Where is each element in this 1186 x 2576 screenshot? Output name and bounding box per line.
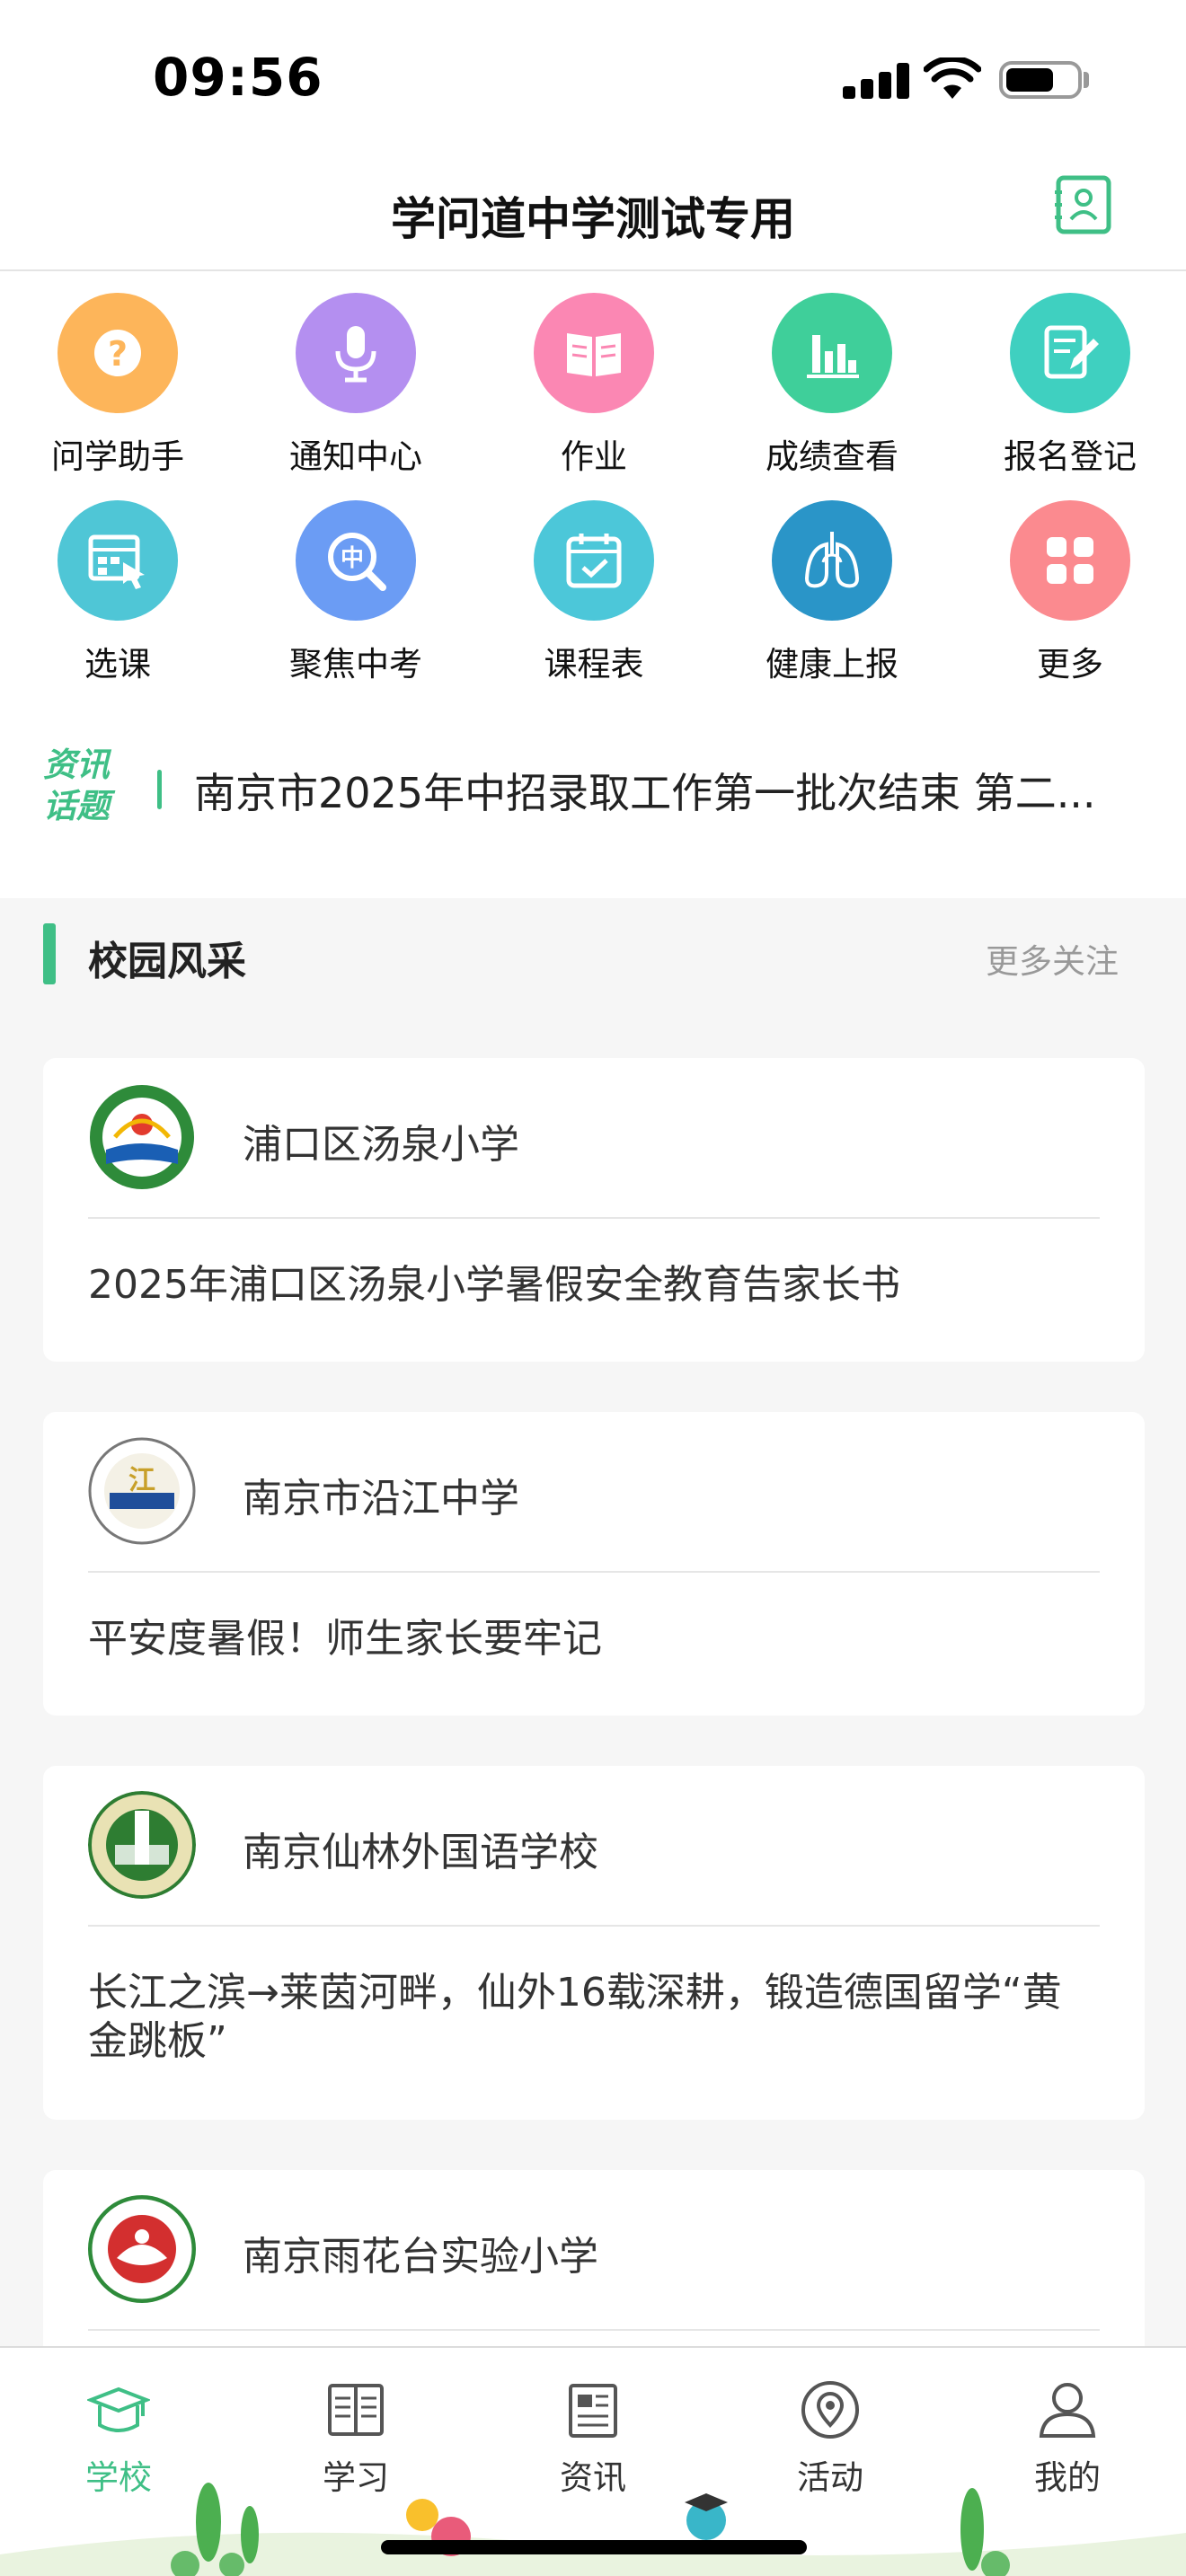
svg-text:中: 中 — [341, 545, 364, 572]
lungs-icon — [772, 500, 892, 621]
svg-text:?: ? — [108, 334, 128, 374]
grid-item-notice[interactable]: 通知中心 — [248, 293, 464, 490]
grid-label: 更多 — [1037, 645, 1103, 684]
card-headline[interactable]: 长江之滨→莱茵河畔，仙外16载深耕，锻造德国留学“黄金跳板” — [88, 1969, 1064, 2066]
section-title: 校园风采 — [88, 939, 246, 984]
news-icon — [569, 2384, 617, 2438]
school-name: 南京仙林外国语学校 — [243, 1830, 598, 1875]
svg-text:江: 江 — [128, 1465, 155, 1496]
school-name: 南京市沿江中学 — [243, 1476, 519, 1522]
grid-label: 课程表 — [544, 645, 644, 684]
grid-item-homework[interactable]: 作业 — [486, 293, 702, 490]
grid-item-registration[interactable]: 报名登记 — [962, 293, 1178, 490]
grid-item-focus-exam[interactable]: 中 聚焦中考 — [248, 500, 464, 698]
school-cap-icon — [87, 2386, 150, 2432]
school-logo: 江 — [88, 1437, 196, 1545]
grid-label: 聚焦中考 — [289, 645, 422, 684]
grid-item-health[interactable]: 健康上报 — [724, 500, 940, 698]
calendar-icon — [534, 500, 654, 621]
card-headline[interactable]: 2025年浦口区汤泉小学暑假安全教育告家长书 — [88, 1261, 1064, 1310]
grid-label: 作业 — [561, 437, 627, 476]
school-card[interactable]: 江 南京市沿江中学 平安度暑假！师生家长要牢记 — [43, 1412, 1145, 1716]
battery-icon — [999, 61, 1082, 99]
status-bar: 09:56 — [0, 0, 1186, 153]
page-title: 学问道中学测试专用 — [391, 193, 795, 245]
grid-item-scores[interactable]: 成绩查看 — [724, 293, 940, 490]
news-topic-logo: 资讯 话题 — [43, 745, 129, 834]
edit-form-icon — [1010, 293, 1130, 413]
card-divider — [88, 2329, 1100, 2331]
grid-label: 选课 — [84, 645, 151, 684]
open-book-icon — [328, 2384, 384, 2436]
school-logo — [88, 1791, 196, 1899]
school-name: 浦口区汤泉小学 — [243, 1122, 519, 1168]
card-divider — [88, 1217, 1100, 1219]
school-name: 南京雨花台实验小学 — [243, 2234, 598, 2280]
tab-mine[interactable]: 我的 — [949, 2360, 1186, 2497]
battery-tip — [1084, 72, 1089, 88]
school-card[interactable]: 浦口区汤泉小学 2025年浦口区汤泉小学暑假安全教育告家长书 — [43, 1058, 1145, 1362]
section-accent-bar — [43, 923, 56, 984]
person-icon — [1039, 2383, 1096, 2438]
grid-label: 成绩查看 — [766, 437, 898, 476]
search-exam-icon: 中 — [296, 500, 416, 621]
grid-item-wenxue[interactable]: ? 问学助手 — [10, 293, 226, 490]
news-ticker[interactable]: 资讯 话题 南京市2025年中招录取工作第一批次结束 第二... — [0, 732, 1186, 849]
book-icon — [534, 293, 654, 413]
location-pin-icon — [801, 2381, 859, 2439]
campus-section-header: 校园风采 更多关注 — [0, 907, 1186, 1006]
card-divider — [88, 1925, 1100, 1927]
tab-news[interactable]: 资讯 — [474, 2360, 712, 2497]
question-icon: ? — [58, 293, 178, 413]
card-headline[interactable]: 平安度暑假！师生家长要牢记 — [88, 1615, 1064, 1663]
app-header: 学问道中学测试专用 — [0, 153, 1186, 271]
decorative-scenery — [0, 2483, 1186, 2576]
school-logo — [90, 1085, 194, 1189]
contacts-icon[interactable] — [1051, 172, 1116, 237]
grid-item-course-select[interactable]: 选课 — [10, 500, 226, 698]
grid-more-icon — [1010, 500, 1130, 621]
grid-label: 健康上报 — [766, 645, 898, 684]
more-follow-link[interactable]: 更多关注 — [986, 934, 1119, 983]
tab-school[interactable]: 学校 — [0, 2360, 237, 2497]
course-select-icon — [58, 500, 178, 621]
ticker-headline[interactable]: 南京市2025年中招录取工作第一批次结束 第二... — [194, 761, 1164, 820]
news-logo-line2: 话题 — [43, 787, 110, 825]
home-indicator — [381, 2540, 807, 2554]
ticker-divider — [157, 770, 162, 809]
bar-chart-icon — [772, 293, 892, 413]
tab-activity[interactable]: 活动 — [712, 2360, 949, 2497]
grid-label: 问学助手 — [51, 437, 184, 476]
grid-label: 通知中心 — [289, 437, 422, 476]
wifi-icon — [924, 57, 981, 99]
news-logo-line1: 资讯 — [43, 745, 110, 784]
cellular-signal-icon — [843, 63, 909, 99]
microphone-icon — [296, 293, 416, 413]
tab-study[interactable]: 学习 — [237, 2360, 474, 2497]
school-card[interactable]: 南京仙林外国语学校 长江之滨→莱茵河畔，仙外16载深耕，锻造德国留学“黄金跳板” — [43, 1766, 1145, 2120]
status-time: 09:56 — [153, 47, 323, 108]
school-logo — [88, 2195, 196, 2303]
grid-item-timetable[interactable]: 课程表 — [486, 500, 702, 698]
grid-label: 报名登记 — [1004, 437, 1137, 476]
card-divider — [88, 1571, 1100, 1573]
grid-item-more[interactable]: 更多 — [962, 500, 1178, 698]
